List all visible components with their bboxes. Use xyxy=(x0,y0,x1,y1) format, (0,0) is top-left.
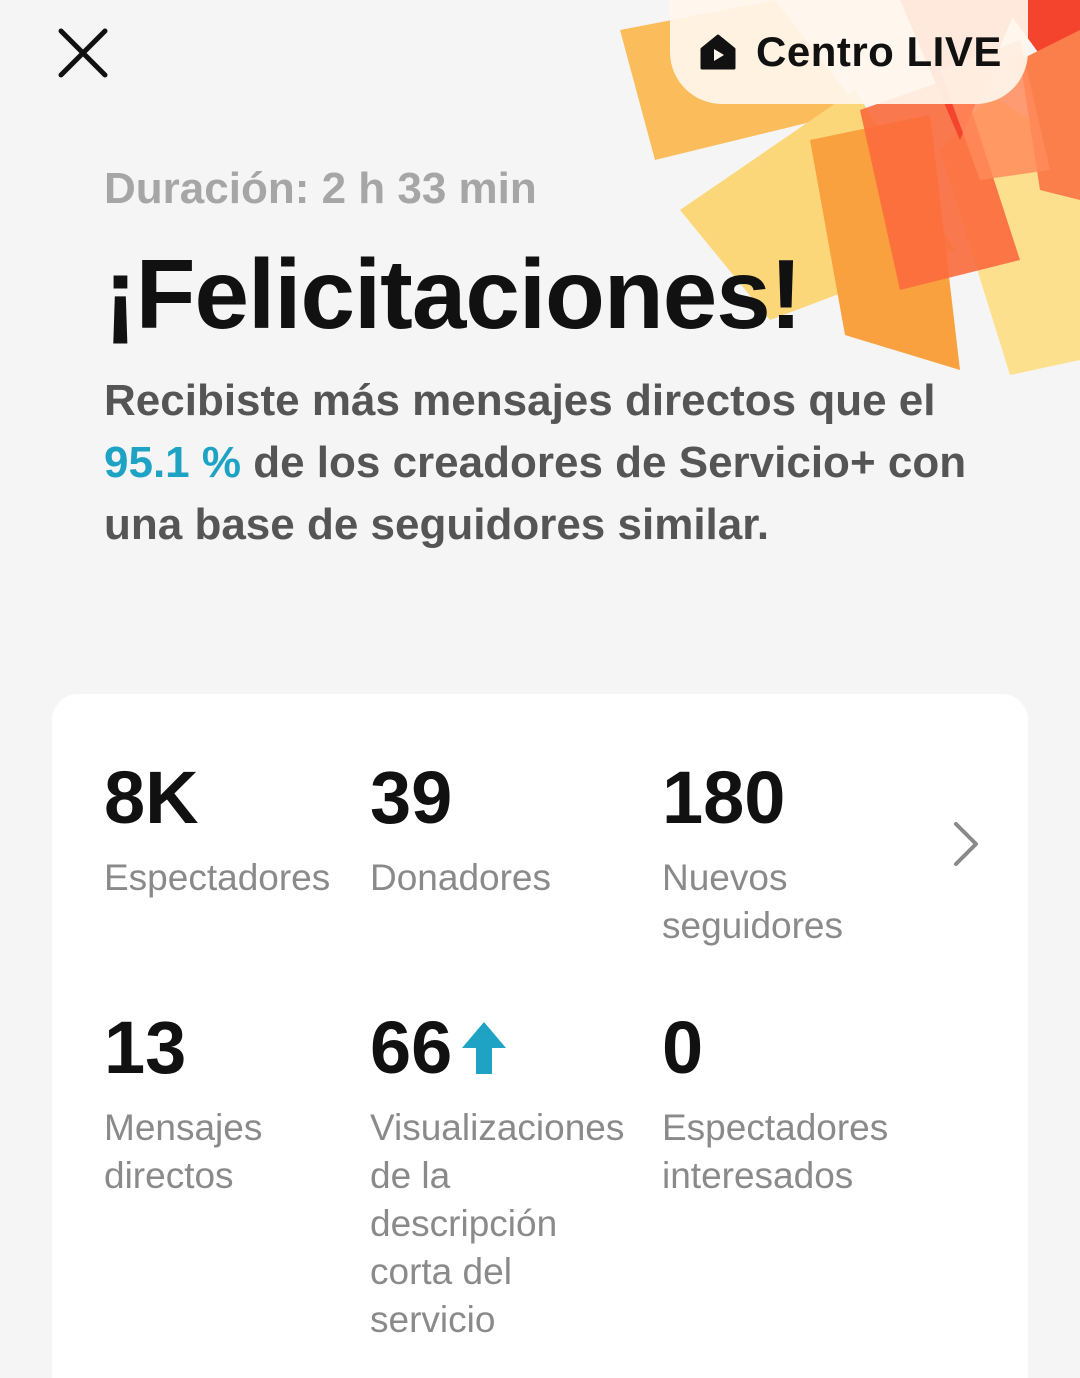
stat-value: 180 xyxy=(662,756,786,839)
stat-label: Nuevos seguidores xyxy=(662,857,844,946)
stat-label: Mensajes directos xyxy=(104,1107,263,1196)
stat-value-row: 66 xyxy=(370,1008,640,1088)
stats-card[interactable]: 8K Espectadores 39 Donadores 180 Nuevos … xyxy=(52,694,1028,1378)
message-text: Recibiste más mensajes directos que el xyxy=(104,376,936,425)
stat-direct-messages: 13 Mensajes directos xyxy=(104,1008,344,1200)
percentile-highlight: 95.1 % xyxy=(104,438,241,487)
stat-value: 66 xyxy=(370,1006,453,1089)
live-center-button[interactable]: Centro LIVE xyxy=(670,0,1028,104)
stat-label: Visualizaciones de la descripción corta … xyxy=(370,1107,625,1340)
performance-message: Recibiste más mensajes directos que el 9… xyxy=(104,370,1004,556)
live-home-icon xyxy=(700,34,736,70)
stream-duration: Duración: 2 h 33 min xyxy=(104,164,537,213)
chevron-right-icon[interactable] xyxy=(948,816,984,872)
page-title: ¡Felicitaciones! xyxy=(104,239,802,349)
stat-value: 8K xyxy=(104,756,199,839)
stat-value: 13 xyxy=(104,1006,187,1089)
close-icon[interactable] xyxy=(52,22,114,84)
stat-service-description-views: 66 Visualizaciones de la descripción cor… xyxy=(370,1008,640,1344)
stat-label: Espectadores xyxy=(104,857,331,898)
stat-viewers: 8K Espectadores xyxy=(104,758,354,902)
trend-up-icon xyxy=(462,1022,507,1074)
live-center-label: Centro LIVE xyxy=(756,28,1002,75)
live-summary-screen: Centro LIVE Duración: 2 h 33 min ¡Felici… xyxy=(0,0,1080,1378)
stat-value: 0 xyxy=(662,1006,704,1089)
stat-donors: 39 Donadores xyxy=(370,758,630,902)
stat-interested-viewers: 0 Espectadores interesados xyxy=(662,1008,962,1200)
stat-value: 39 xyxy=(370,756,453,839)
stat-label: Donadores xyxy=(370,857,552,898)
stat-label: Espectadores interesados xyxy=(662,1107,889,1196)
stat-new-followers: 180 Nuevos seguidores xyxy=(662,758,892,950)
